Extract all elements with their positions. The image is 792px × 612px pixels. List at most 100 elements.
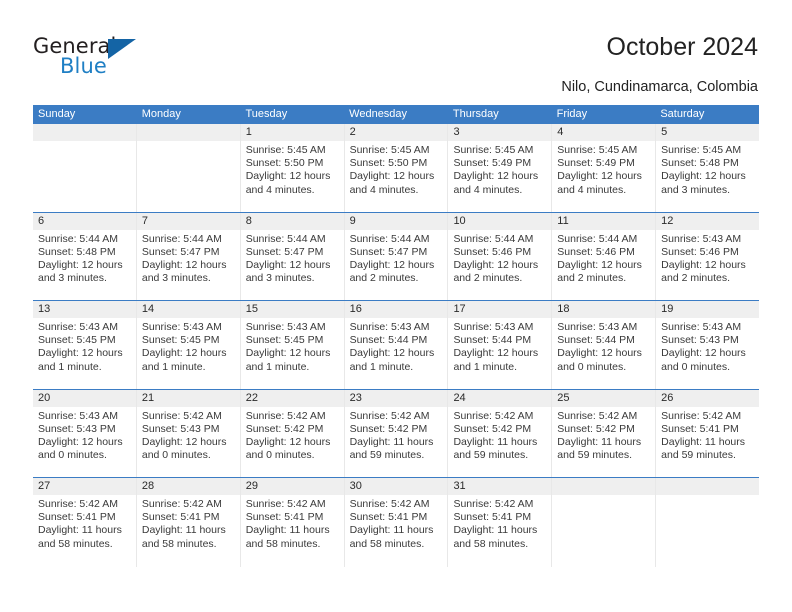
day-number-band: 28 [136, 478, 240, 495]
weekday-header-monday: Monday [141, 108, 181, 120]
day-number: 18 [557, 303, 570, 315]
day-number: 28 [141, 480, 155, 492]
day-detail-line: and 4 minutes. [557, 183, 627, 196]
day-detail-line: and 0 minutes. [245, 449, 315, 462]
logo-text-blue: Blue [60, 54, 107, 78]
day-number: 9 [349, 214, 356, 227]
day-detail-line: Sunrise: 5:43 AM [38, 321, 118, 333]
calendar-day-cell[interactable]: 26 Sunrise: 5:42 AM Sunset: 5:41 PM Dayligh… [656, 389, 760, 477]
calendar-day-cell[interactable]: 31 Sunrise: 5:42 AM Sunset: 5:41 PM Dayligh… [448, 478, 553, 567]
calendar-day-cell[interactable]: 20 Sunrise: 5:43 AM Sunset: 5:43 PM Dayligh… [33, 389, 137, 477]
day-detail-line: Daylight: 11 hours [38, 524, 122, 537]
day-detail-line: Sunset: 5:41 PM [453, 511, 532, 524]
day-detail-line: Sunrise: 5:43 AM [141, 321, 222, 333]
calendar-day-cell[interactable]: 14 Sunrise: 5:43 AM Sunset: 5:45 PM Dayligh… [136, 301, 241, 389]
day-detail-line: and 58 minutes. [245, 537, 321, 550]
day-detail-line: Daylight: 11 hours [245, 524, 330, 537]
day-number: 4 [557, 126, 564, 138]
day-number: 23 [349, 391, 362, 404]
day-detail-line: Sunset: 5:50 PM [349, 157, 428, 170]
calendar-day-cell[interactable]: 24 Sunrise: 5:42 AM Sunset: 5:42 PM Dayligh… [448, 389, 553, 477]
day-number-band [656, 478, 760, 495]
day-detail-line: Sunset: 5:42 PM [453, 422, 532, 435]
general-blue-logo[interactable]: General Blue [33, 34, 173, 82]
calendar-day-cell[interactable]: 25 Sunrise: 5:42 AM Sunset: 5:42 PM Dayligh… [552, 389, 657, 477]
calendar-day-cell[interactable]: 3 Sunrise: 5:45 AM Sunset: 5:49 PM Daylight… [448, 124, 553, 212]
calendar-day-cell[interactable]: 18 Sunrise: 5:43 AM Sunset: 5:44 PM Dayligh… [552, 301, 657, 389]
day-number: 5 [661, 126, 668, 138]
day-detail-line: and 4 minutes. [245, 183, 315, 196]
calendar-day-cell[interactable]: 12 Sunrise: 5:43 AM Sunset: 5:46 PM Dayligh… [656, 212, 760, 300]
calendar-day-cell[interactable]: 11 Sunrise: 5:44 AM Sunset: 5:46 PM Dayligh… [552, 212, 657, 300]
day-details: Sunrise: 5:44 AM Sunset: 5:46 PM Daylight:… [552, 230, 655, 286]
calendar-day-cell[interactable]: 1 Sunrise: 5:45 AM Sunset: 5:50 PM Daylight… [240, 124, 345, 212]
weekday-header-thursday: Thursday [452, 108, 499, 120]
day-detail-line: and 3 minutes. [38, 272, 107, 285]
day-detail-line: Sunrise: 5:42 AM [245, 498, 326, 510]
day-detail-line: Sunset: 5:47 PM [245, 245, 324, 258]
calendar-day-cell[interactable]: 27 Sunrise: 5:42 AM Sunset: 5:41 PM Dayligh… [33, 478, 137, 567]
page-subtitle: Nilo, Cundinamarca, Colombia [561, 79, 758, 95]
day-detail-line: Sunrise: 5:42 AM [453, 498, 534, 510]
calendar-day-cell[interactable]: 16 Sunrise: 5:43 AM Sunset: 5:44 PM Dayligh… [344, 301, 449, 389]
day-detail-line: Sunrise: 5:45 AM [661, 144, 742, 156]
calendar-day-cell[interactable]: 2 Sunrise: 5:45 AM Sunset: 5:50 PM Daylight… [344, 124, 449, 212]
day-number-band: 2 [344, 124, 448, 141]
day-number: 17 [453, 303, 466, 315]
calendar-day-cell[interactable]: 10 Sunrise: 5:44 AM Sunset: 5:46 PM Dayligh… [448, 212, 553, 300]
calendar-day-cell[interactable]: 23 Sunrise: 5:42 AM Sunset: 5:42 PM Dayligh… [344, 389, 449, 477]
day-number-band: 30 [344, 478, 448, 495]
day-number-band: 18 [552, 301, 656, 318]
day-number: 30 [349, 480, 362, 492]
calendar-day-cell[interactable]: 7 Sunrise: 5:44 AM Sunset: 5:47 PM Daylight… [136, 212, 241, 300]
day-number-band: 14 [136, 301, 240, 318]
day-detail-line: and 3 minutes. [245, 272, 315, 285]
day-detail-line: Sunrise: 5:44 AM [245, 232, 326, 245]
calendar-day-cell[interactable]: 5 Sunrise: 5:45 AM Sunset: 5:48 PM Daylight… [656, 124, 760, 212]
calendar-day-cell[interactable]: 30 Sunrise: 5:42 AM Sunset: 5:41 PM Dayligh… [344, 478, 449, 567]
calendar-day-cell[interactable]: 4 Sunrise: 5:45 AM Sunset: 5:49 PM Daylight… [552, 124, 657, 212]
calendar-day-cell[interactable]: 15 Sunrise: 5:43 AM Sunset: 5:45 PM Dayligh… [240, 301, 345, 389]
day-detail-line: Daylight: 11 hours [349, 435, 434, 448]
page-title: October 2024 [606, 33, 759, 61]
day-number-band: 23 [344, 389, 448, 407]
calendar-day-cell[interactable]: 8 Sunrise: 5:44 AM Sunset: 5:47 PM Daylight… [240, 212, 345, 300]
calendar-day-cell[interactable]: 13 Sunrise: 5:43 AM Sunset: 5:45 PM Dayligh… [33, 301, 137, 389]
calendar-day-cell[interactable]: 6 Sunrise: 5:44 AM Sunset: 5:48 PM Daylight… [33, 212, 137, 300]
day-number: 1 [245, 126, 252, 138]
weekday-header-sunday: Sunday [38, 108, 76, 120]
day-details: Sunrise: 5:45 AM Sunset: 5:50 PM Daylight:… [345, 141, 448, 197]
calendar-day-cell[interactable]: 17 Sunrise: 5:43 AM Sunset: 5:44 PM Dayligh… [448, 301, 553, 389]
day-detail-line: and 58 minutes. [38, 537, 113, 550]
calendar-day-cell[interactable]: 22 Sunrise: 5:42 AM Sunset: 5:42 PM Dayligh… [240, 389, 345, 477]
day-detail-line: Sunrise: 5:42 AM [661, 409, 742, 422]
day-detail-line: Sunset: 5:41 PM [141, 511, 220, 524]
day-details: Sunrise: 5:42 AM Sunset: 5:41 PM Daylight:… [241, 495, 344, 551]
day-number-band: 7 [136, 212, 240, 230]
day-detail-line: Sunset: 5:50 PM [245, 157, 324, 170]
day-detail-line: and 3 minutes. [141, 272, 211, 285]
day-detail-line: Sunset: 5:44 PM [349, 334, 428, 347]
day-detail-line: Daylight: 12 hours [141, 435, 227, 448]
day-number: 21 [141, 391, 155, 404]
day-number-band: 8 [240, 212, 344, 230]
day-details: Sunrise: 5:45 AM Sunset: 5:49 PM Daylight:… [448, 141, 551, 197]
day-details: Sunrise: 5:42 AM Sunset: 5:42 PM Daylight:… [552, 407, 655, 463]
day-detail-line: Daylight: 12 hours [453, 258, 539, 271]
day-detail-line: Sunset: 5:43 PM [661, 334, 739, 347]
calendar-day-cell[interactable]: 21 Sunrise: 5:42 AM Sunset: 5:43 PM Dayligh… [136, 389, 241, 477]
calendar-day-cell[interactable]: 28 Sunrise: 5:42 AM Sunset: 5:41 PM Dayligh… [136, 478, 241, 567]
calendar-week-row: 27 Sunrise: 5:42 AM Sunset: 5:41 PM Dayligh… [33, 478, 760, 567]
calendar-day-cell[interactable]: 29 Sunrise: 5:42 AM Sunset: 5:41 PM Dayligh… [240, 478, 345, 567]
day-details: Sunrise: 5:44 AM Sunset: 5:48 PM Daylight:… [33, 230, 136, 286]
calendar-day-cell[interactable]: 9 Sunrise: 5:44 AM Sunset: 5:47 PM Daylight… [344, 212, 449, 300]
day-detail-line: Sunrise: 5:42 AM [38, 498, 118, 510]
day-number-band: 5 [656, 124, 760, 141]
day-detail-line: Sunset: 5:45 PM [141, 334, 220, 347]
day-number: 19 [661, 303, 674, 315]
day-detail-line: Daylight: 12 hours [38, 347, 123, 360]
calendar-day-cell[interactable]: 19 Sunrise: 5:43 AM Sunset: 5:43 PM Dayligh… [656, 301, 760, 389]
day-number: 12 [661, 214, 674, 227]
weekday-header-wednesday: Wednesday [349, 108, 408, 120]
day-detail-line: Sunrise: 5:45 AM [245, 144, 326, 156]
